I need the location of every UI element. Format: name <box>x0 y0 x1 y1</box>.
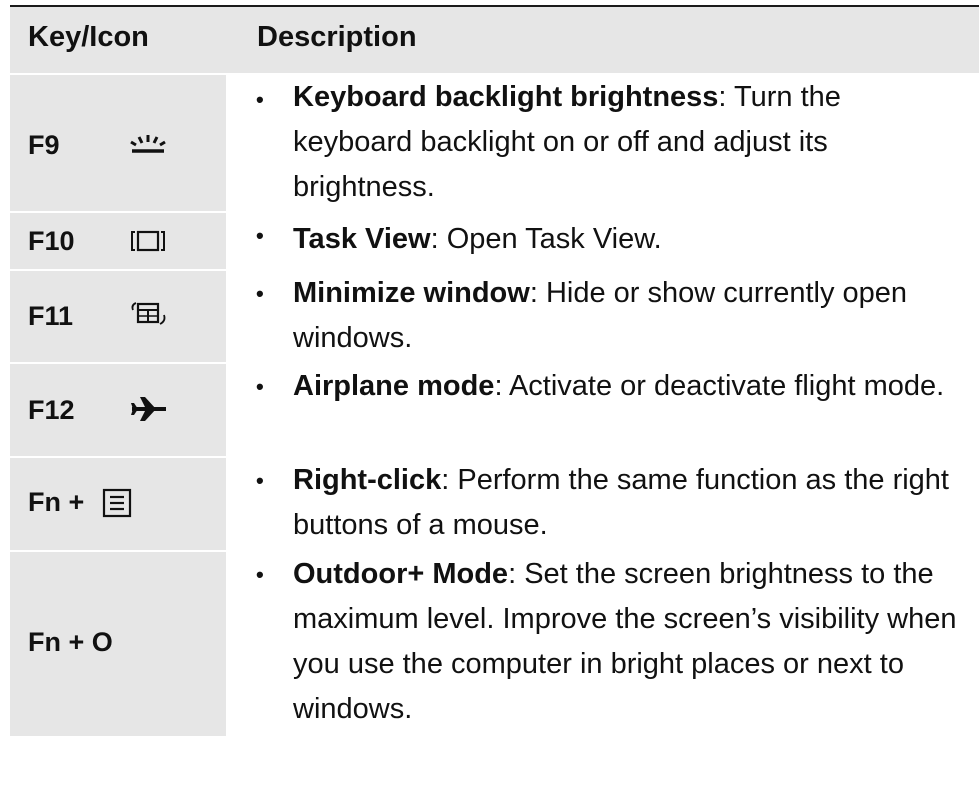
table-row-fn-menu: Fn + • Right-click: Perform the same fun… <box>10 456 979 550</box>
desc-text-fn-o: Outdoor+ Mode: Set the screen brightness… <box>293 552 959 732</box>
key-cell-fn-menu: Fn + <box>10 458 226 550</box>
function-key-table: Key/Icon Description F9 • Keyboard backl… <box>10 5 979 736</box>
table-row-f12: F12 • Airplane mode: Activate or deactiv… <box>10 362 979 456</box>
desc-term-fn-menu: Right-click <box>293 464 442 496</box>
key-cell-f9: F9 <box>10 75 226 211</box>
key-label-fn-o: Fn + O <box>28 627 113 657</box>
key-label-f9: F9 <box>28 130 60 160</box>
desc-cell-f12: • Airplane mode: Activate or deactivate … <box>226 364 979 456</box>
header-key-cell: Key/Icon <box>10 7 226 73</box>
desc-cell-f10: • Task View: Open Task View. <box>226 213 979 269</box>
desc-text-f12: Airplane mode: Activate or deactivate fl… <box>293 364 959 409</box>
desc-term-f11: Minimize window <box>293 277 530 309</box>
desc-cell-fn-o: • Outdoor+ Mode: Set the screen brightne… <box>226 552 979 736</box>
bullet: • <box>256 468 264 493</box>
desc-text-f9: Keyboard backlight brightness: Turn the … <box>293 75 959 210</box>
bullet: • <box>256 281 264 306</box>
airplane-icon <box>131 397 166 421</box>
header-desc-label: Description <box>257 21 417 53</box>
desc-text-f11: Minimize window: Hide or show currently … <box>293 271 959 361</box>
task-view-icon <box>131 230 165 252</box>
key-cell-f10: F10 <box>10 213 226 269</box>
key-label-fn-menu: Fn + <box>28 487 85 517</box>
header-key-label: Key/Icon <box>28 21 149 53</box>
key-label-f10: F10 <box>28 226 75 256</box>
bullet: • <box>256 562 264 587</box>
header-desc-cell: Description <box>226 7 979 73</box>
desc-cell-fn-menu: • Right-click: Perform the same function… <box>226 458 979 550</box>
desc-term-f12: Airplane mode <box>293 370 495 402</box>
bullet: • <box>256 87 264 112</box>
table-header: Key/Icon Description <box>10 7 979 73</box>
desc-cell-f9: • Keyboard backlight brightness: Turn th… <box>226 75 979 211</box>
desc-body-f12: : Activate or deactivate flight mode. <box>494 370 945 402</box>
minimize-window-icon <box>131 302 166 325</box>
table-row-f11: F11 • Minimize window: Hide or show curr… <box>10 269 979 362</box>
key-label-f11: F11 <box>28 301 74 331</box>
desc-term-fn-o: Outdoor+ Mode <box>293 558 509 590</box>
bullet: • <box>256 374 264 399</box>
table-row-f10: F10 • Task View: Open Task View. <box>10 211 979 269</box>
table-row-f9: F9 • Keyboard backlight brightness: Turn… <box>10 73 979 211</box>
key-cell-f12: F12 <box>10 364 226 456</box>
desc-body-f10: : Open Task View. <box>430 223 662 255</box>
menu-key-icon <box>102 488 132 518</box>
key-label-f12: F12 <box>28 395 75 425</box>
desc-term-f10: Task View <box>293 223 431 255</box>
keyboard-backlight-icon <box>130 135 166 153</box>
desc-cell-f11: • Minimize window: Hide or show currentl… <box>226 271 979 362</box>
key-cell-f11: F11 <box>10 271 226 362</box>
desc-text-fn-menu: Right-click: Perform the same function a… <box>293 458 959 548</box>
key-cell-fn-o: Fn + O <box>10 552 226 736</box>
bullet: • <box>256 223 264 248</box>
table-row-fn-o: Fn + O • Outdoor+ Mode: Set the screen b… <box>10 550 979 736</box>
desc-text-f10: Task View: Open Task View. <box>293 217 959 262</box>
desc-term-f9: Keyboard backlight brightness <box>293 81 719 113</box>
